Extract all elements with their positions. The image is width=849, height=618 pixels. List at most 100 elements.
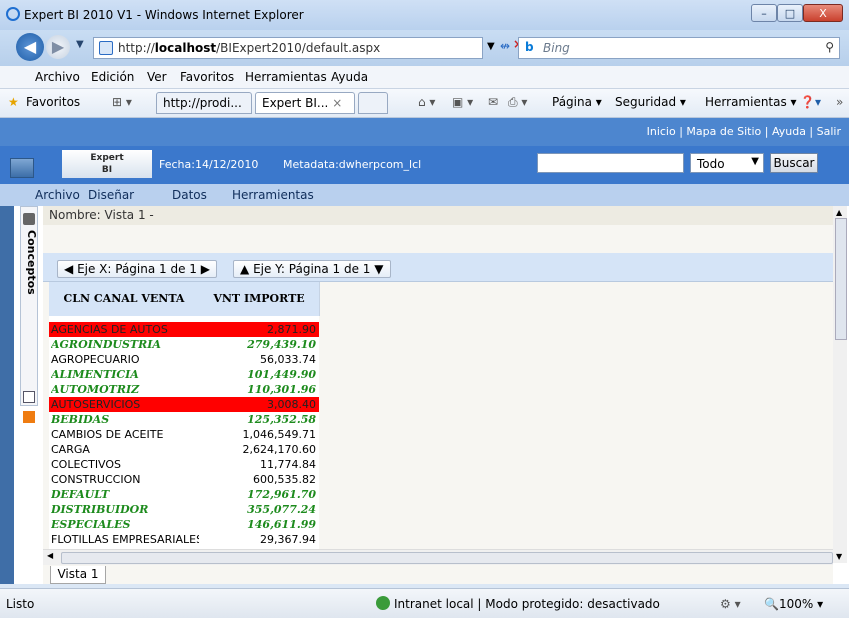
table-row[interactable]: CARGA 2,624,170.60 — [49, 442, 319, 457]
column-header[interactable]: CLN CANAL VENTA — [49, 282, 200, 316]
quick-tabs-icon[interactable]: ⊞ ▾ — [112, 95, 132, 109]
compat-view-icon[interactable]: ↮ — [500, 39, 510, 53]
canal-venta-cell: AGENCIAS DE AUTOS — [51, 323, 168, 336]
app-menu-archivo[interactable]: Archivo — [35, 188, 80, 202]
menu-ver[interactable]: Ver — [147, 70, 167, 84]
table-row[interactable]: DISTRIBUIDOR 355,077.24 — [49, 502, 319, 517]
help-icon[interactable]: ❓▾ — [800, 95, 821, 109]
table-row[interactable]: COLECTIVOS 11,774.84 — [49, 457, 319, 472]
table-row[interactable]: ESPECIALES 146,611.99 — [49, 517, 319, 532]
toolbar-overflow-icon[interactable]: » — [836, 95, 843, 109]
search-box[interactable]: b Bing ⚲ — [518, 37, 840, 59]
mail-icon[interactable]: ✉ — [488, 95, 498, 109]
table-row[interactable]: FLOTILLAS EMPRESARIALES 29,367.94 — [49, 532, 319, 547]
tools-menu[interactable]: Herramientas ▾ — [705, 95, 797, 109]
tab-prodi[interactable]: http://prodi... — [156, 92, 252, 114]
zoom-control[interactable]: 🔍100% ▾ — [764, 597, 823, 611]
favorites-star-icon[interactable]: ★ — [8, 95, 19, 109]
table-row[interactable]: ALIMENTICIA 101,449.90 — [49, 367, 319, 382]
up-arrow-icon[interactable]: ▲ — [240, 262, 249, 276]
pin-icon[interactable] — [23, 213, 35, 225]
canal-venta-cell: ESPECIALES — [51, 518, 131, 531]
maximize-button[interactable]: □ — [777, 4, 803, 22]
minimize-button[interactable]: – — [751, 4, 777, 22]
table-row[interactable]: AUTOSERVICIOS 3,008.40 — [49, 397, 319, 412]
scroll-thumb[interactable] — [835, 218, 847, 340]
app-header: Expert BI Fecha:14/12/2010 Metadata:dwhe… — [0, 146, 849, 184]
address-url: http://localhost/BIExpert2010/default.as… — [118, 41, 381, 55]
menu-archivo[interactable]: Archivo — [35, 70, 80, 84]
table-row[interactable]: DEFAULT 172,961.70 — [49, 487, 319, 502]
app-menu-disenar[interactable]: Diseñar — [88, 188, 134, 202]
menu-favoritos[interactable]: Favoritos — [180, 70, 234, 84]
feeds-icon[interactable]: ▣ ▾ — [452, 95, 473, 109]
importe-venta-cell: 110,301.96 — [247, 383, 316, 396]
hscroll-thumb[interactable] — [61, 552, 833, 564]
table-row[interactable]: CONSTRUCCION 600,535.82 — [49, 472, 319, 487]
table-row[interactable]: AGROINDUSTRIA 279,439.10 — [49, 337, 319, 352]
tab-expert-bi[interactable]: Expert BI... × — [255, 92, 355, 114]
table-row[interactable]: AGENCIAS DE AUTOS 2,871.90 — [49, 322, 319, 337]
table-row[interactable]: BEBIDAS 125,352.58 — [49, 412, 319, 427]
security-menu[interactable]: Seguridad ▾ — [615, 95, 686, 109]
axis-x-label: Eje X: Página 1 de 1 — [77, 262, 197, 276]
menu-ayuda[interactable]: Ayuda — [331, 70, 368, 84]
zoom-icon: 🔍 — [764, 597, 779, 611]
new-tab-button[interactable] — [358, 92, 388, 114]
close-button[interactable]: X — [803, 4, 843, 22]
down-arrow-icon[interactable]: ▼ — [374, 262, 383, 276]
column-header[interactable]: VNT IMPORTE VENTA — [199, 282, 320, 339]
search-scope-select[interactable]: Todo ▼ — [690, 153, 764, 173]
address-dropdown-icon[interactable]: ▼ — [487, 41, 495, 52]
app-menu-bar: Archivo Diseñar Datos Herramientas — [0, 184, 849, 206]
app-search-input[interactable] — [537, 153, 684, 173]
favorites-bar: ★ Favoritos ⊞ ▾ http://prodi... Expert B… — [0, 89, 849, 118]
security-zone[interactable]: Intranet local | Modo protegido: desacti… — [394, 597, 660, 611]
close-tab-icon[interactable]: × — [332, 96, 342, 110]
table-row[interactable]: CAMBIOS DE ACEITE 1,046,549.71 — [49, 427, 319, 442]
forward-arrow-icon[interactable]: ▶ — [46, 35, 70, 59]
importe-venta-cell: 1,046,549.71 — [242, 428, 316, 441]
back-arrow-icon[interactable]: ◀ — [16, 33, 44, 61]
app-menu-herramientas[interactable]: Herramientas — [232, 188, 314, 202]
axis-x-pager[interactable]: ◀ Eje X: Página 1 de 1 ▶ — [57, 260, 217, 278]
table-row[interactable]: AGROPECUARIO 56,033.74 — [49, 352, 319, 367]
page-menu[interactable]: Página ▾ — [552, 95, 602, 109]
window-title: Expert BI 2010 V1 - Windows Internet Exp… — [24, 8, 304, 22]
web-page: Inicio | Mapa de Sitio | Ayuda | Salir E… — [0, 118, 849, 584]
recent-pages-dropdown-icon[interactable]: ▼ — [76, 39, 84, 50]
home-icon[interactable]: ⌂ ▾ — [418, 95, 435, 109]
scroll-down-icon[interactable]: ▼ — [836, 552, 842, 561]
menu-edicion[interactable]: Edición — [91, 70, 134, 84]
horizontal-scrollbar[interactable]: ◀ — [43, 549, 833, 565]
tab-vista-1[interactable]: Vista 1 — [50, 566, 106, 584]
menu-herramientas[interactable]: Herramientas — [245, 70, 327, 84]
grid-icon[interactable] — [23, 391, 35, 403]
fecha-label: Fecha:14/12/2010 — [159, 158, 259, 171]
brand-line1: Expert — [90, 153, 124, 163]
protected-mode-icon[interactable]: ⚙ ▾ — [720, 597, 741, 611]
prev-arrow-icon[interactable]: ◀ — [64, 262, 73, 276]
canal-venta-cell: AUTOMOTRIZ — [51, 383, 140, 396]
rss-icon[interactable] — [23, 411, 35, 423]
view-title: Nombre: Vista 1 - — [49, 208, 154, 222]
vertical-scrollbar[interactable]: ▲ ▼ — [833, 206, 847, 563]
search-input[interactable]: Bing — [543, 41, 570, 55]
print-icon[interactable]: ⎙ ▾ — [508, 95, 527, 110]
app-menu-datos[interactable]: Datos — [172, 188, 207, 202]
importe-venta-cell: 600,535.82 — [253, 473, 316, 486]
buscar-button[interactable]: Buscar — [770, 153, 818, 173]
favorites-button[interactable]: Favoritos — [26, 95, 80, 109]
top-links[interactable]: Inicio | Mapa de Sitio | Ayuda | Salir — [647, 125, 841, 138]
search-icon[interactable]: ⚲ — [825, 40, 834, 54]
next-arrow-icon[interactable]: ▶ — [201, 262, 210, 276]
conceptos-tab[interactable]: Conceptos — [20, 230, 38, 298]
chevron-down-icon: ▼ — [751, 156, 759, 167]
scroll-left-icon[interactable]: ◀ — [47, 551, 53, 560]
address-bar[interactable]: http://localhost/BIExpert2010/default.as… — [93, 37, 483, 59]
scroll-up-icon[interactable]: ▲ — [836, 208, 842, 217]
axis-y-pager[interactable]: ▲ Eje Y: Página 1 de 1 ▼ — [233, 260, 391, 278]
zoom-level: 100% — [778, 597, 814, 611]
brand-line2: BI — [101, 165, 113, 175]
table-row[interactable]: AUTOMOTRIZ 110,301.96 — [49, 382, 319, 397]
